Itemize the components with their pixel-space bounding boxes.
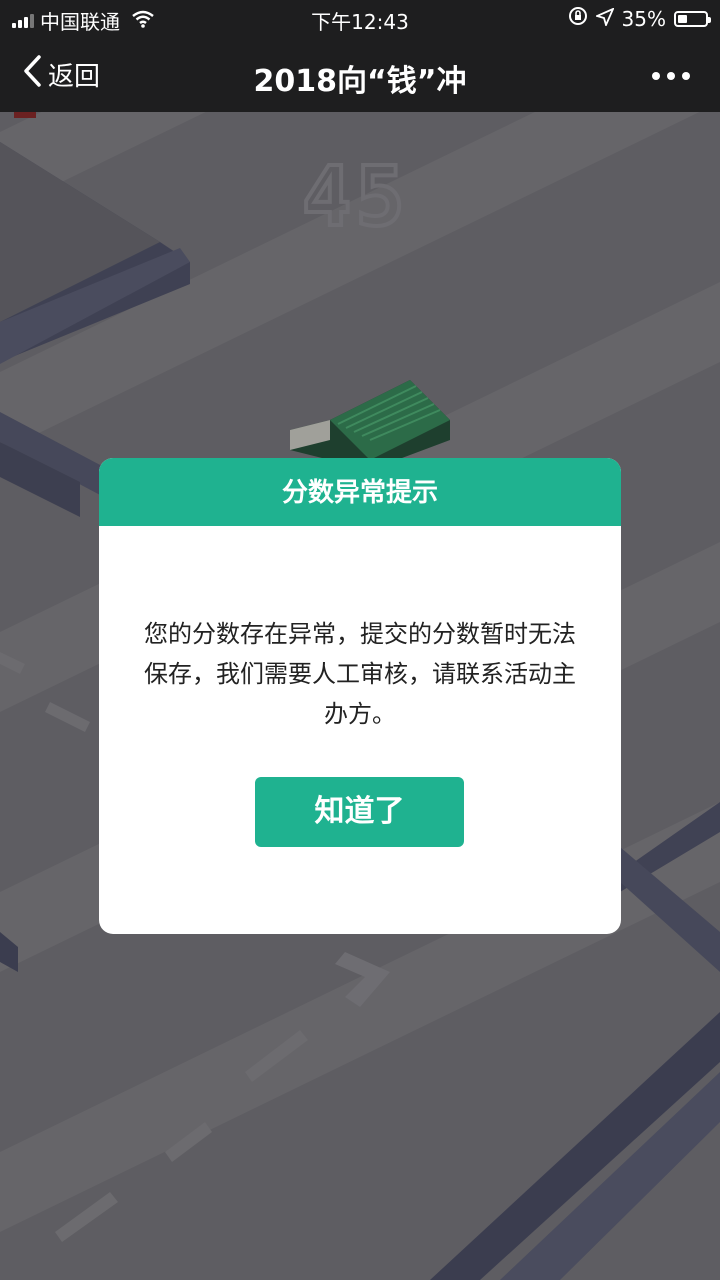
score-warning-dialog: 分数异常提示 您的分数存在异常，提交的分数暂时无法保存，我们需要人工审核，请联系… — [99, 458, 621, 934]
battery-icon — [674, 10, 711, 27]
battery-level — [678, 14, 688, 23]
more-dots-icon[interactable] — [652, 72, 690, 80]
orientation-lock-icon — [568, 6, 588, 31]
location-arrow-icon — [593, 6, 615, 31]
battery-percent: 35% — [621, 6, 666, 31]
acknowledge-button[interactable]: 知道了 — [255, 777, 464, 847]
page-title: 2018向“钱”冲 — [253, 64, 467, 99]
nav-bar: 返回 2018向“钱”冲 — [0, 38, 720, 112]
status-bar: 中国联通 下午12:43 35% — [0, 0, 720, 38]
dialog-title: 分数异常提示 — [99, 458, 621, 526]
dialog-message: 您的分数存在异常，提交的分数暂时无法保存，我们需要人工审核，请联系活动主办方。 — [144, 620, 576, 728]
